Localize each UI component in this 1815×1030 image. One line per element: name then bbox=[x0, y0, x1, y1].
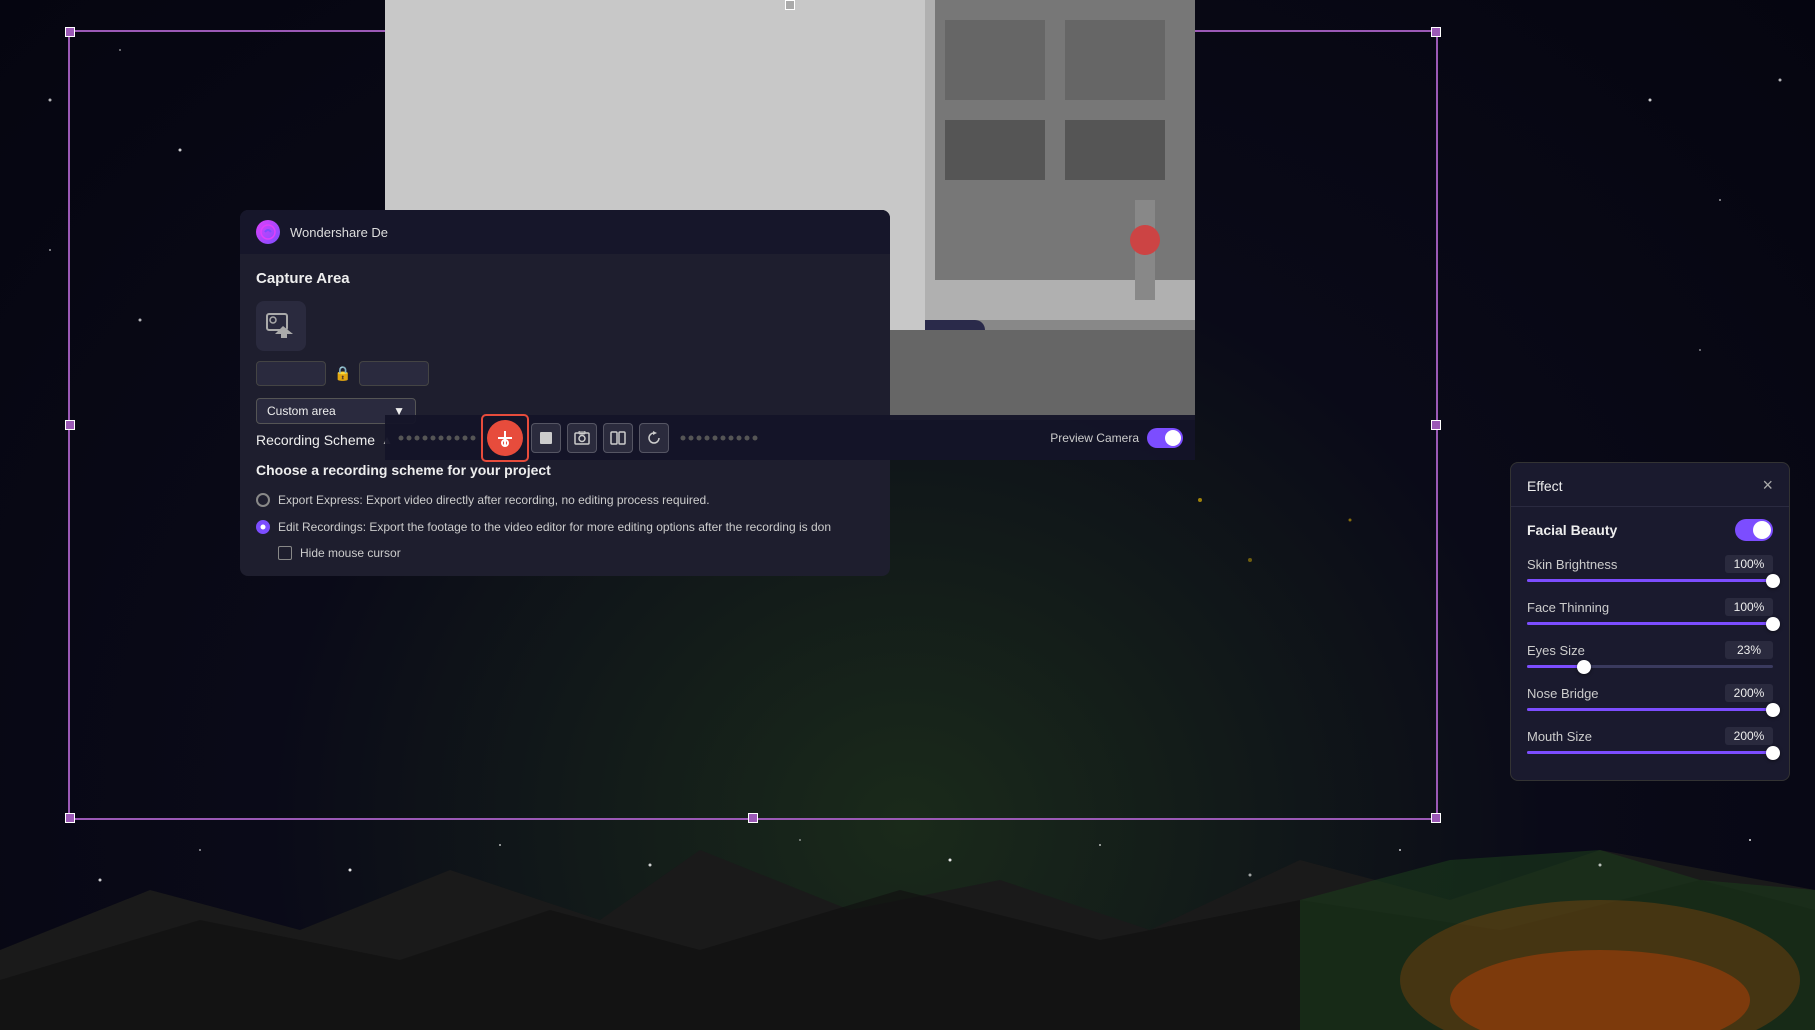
effect-close-button[interactable]: × bbox=[1762, 475, 1773, 496]
nose-bridge-fill bbox=[1527, 708, 1773, 711]
mouth-size-value: 200% bbox=[1725, 727, 1773, 745]
nose-bridge-label: Nose Bridge bbox=[1527, 686, 1599, 701]
toggle-purple-knob bbox=[1753, 521, 1771, 539]
screenshot-icon bbox=[574, 431, 590, 445]
skin-brightness-fill bbox=[1527, 579, 1773, 582]
refresh-button[interactable] bbox=[639, 423, 669, 453]
app-logo bbox=[256, 220, 280, 244]
dots-track-right bbox=[679, 434, 759, 442]
recording-scheme-label: Recording Scheme bbox=[256, 432, 375, 448]
eyes-size-thumb[interactable] bbox=[1577, 660, 1591, 674]
face-thinning-thumb[interactable] bbox=[1766, 617, 1780, 631]
skin-brightness-row: Skin Brightness 100% bbox=[1511, 549, 1789, 592]
effect-header: Effect × bbox=[1511, 463, 1789, 507]
split-button[interactable] bbox=[603, 423, 633, 453]
capture-area-title: Capture Area bbox=[256, 270, 874, 287]
toolbar-dots-right bbox=[679, 434, 759, 442]
toolbar: Preview Camera bbox=[385, 415, 1195, 460]
face-thinning-track[interactable] bbox=[1527, 622, 1773, 625]
lock-icon: 🔒 bbox=[334, 365, 351, 382]
skin-brightness-label: Skin Brightness bbox=[1527, 557, 1617, 572]
record-button-container[interactable] bbox=[487, 420, 523, 456]
toolbar-dots-left bbox=[397, 434, 477, 442]
app-window: Wondershare De Capture Area 1600 🔒 960 C… bbox=[240, 210, 890, 576]
eyes-size-track[interactable] bbox=[1527, 665, 1773, 668]
width-input[interactable]: 1600 bbox=[256, 361, 326, 386]
nose-bridge-row: Nose Bridge 200% bbox=[1511, 678, 1789, 721]
app-title: Wondershare De bbox=[290, 225, 388, 240]
skin-brightness-value: 100% bbox=[1725, 555, 1773, 573]
webcam-top-handle bbox=[785, 0, 795, 10]
preview-camera-section: Preview Camera bbox=[1050, 428, 1183, 448]
size-inputs: 1600 🔒 960 bbox=[256, 361, 874, 386]
nose-bridge-value: 200% bbox=[1725, 684, 1773, 702]
mouth-size-label: Mouth Size bbox=[1527, 729, 1592, 744]
mouth-size-fill bbox=[1527, 751, 1773, 754]
eyes-size-fill bbox=[1527, 665, 1584, 668]
record-button[interactable] bbox=[487, 420, 523, 456]
refresh-icon bbox=[646, 430, 662, 446]
radio-circle-edit bbox=[256, 520, 270, 534]
app-titlebar: Wondershare De bbox=[240, 210, 890, 254]
radio-export-express[interactable]: Export Express: Export video directly af… bbox=[256, 492, 874, 509]
scheme-title: Choose a recording scheme for your proje… bbox=[256, 462, 874, 478]
screenshot-button[interactable] bbox=[567, 423, 597, 453]
hide-mouse-checkbox[interactable] bbox=[278, 546, 292, 560]
height-input[interactable]: 960 bbox=[359, 361, 429, 386]
nose-bridge-track[interactable] bbox=[1527, 708, 1773, 711]
preview-camera-label: Preview Camera bbox=[1050, 431, 1139, 445]
toggle-knob bbox=[1165, 430, 1181, 446]
mouth-size-track[interactable] bbox=[1527, 751, 1773, 754]
stop-button[interactable] bbox=[531, 423, 561, 453]
facial-beauty-label: Facial Beauty bbox=[1527, 522, 1617, 538]
face-thinning-row: Face Thinning 100% bbox=[1511, 592, 1789, 635]
mountain-silhouette bbox=[0, 830, 1815, 1030]
eyes-size-label: Eyes Size bbox=[1527, 643, 1585, 658]
mouth-size-row: Mouth Size 200% bbox=[1511, 721, 1789, 764]
face-thinning-value: 100% bbox=[1725, 598, 1773, 616]
skin-brightness-track[interactable] bbox=[1527, 579, 1773, 582]
capture-icon bbox=[265, 310, 297, 342]
skin-brightness-thumb[interactable] bbox=[1766, 574, 1780, 588]
facial-beauty-row: Facial Beauty bbox=[1511, 507, 1789, 549]
preview-camera-toggle[interactable] bbox=[1147, 428, 1183, 448]
radio-edit-recordings[interactable]: Edit Recordings: Export the footage to t… bbox=[256, 519, 874, 536]
dots-track-left bbox=[397, 434, 477, 442]
radio-circle-export bbox=[256, 493, 270, 507]
effect-title: Effect bbox=[1527, 478, 1563, 494]
face-thinning-fill bbox=[1527, 622, 1773, 625]
split-icon bbox=[610, 431, 626, 445]
eyes-size-row: Eyes Size 23% bbox=[1511, 635, 1789, 678]
hide-mouse-label: Hide mouse cursor bbox=[300, 546, 401, 560]
stop-icon bbox=[540, 432, 552, 444]
wondershare-logo-icon bbox=[260, 224, 276, 240]
mouth-size-thumb[interactable] bbox=[1766, 746, 1780, 760]
hide-mouse-checkbox-row[interactable]: Hide mouse cursor bbox=[278, 546, 874, 560]
face-thinning-label: Face Thinning bbox=[1527, 600, 1609, 615]
nose-bridge-thumb[interactable] bbox=[1766, 703, 1780, 717]
capture-area-icon[interactable] bbox=[256, 301, 306, 351]
effect-panel: Effect × Facial Beauty Skin Brightness 1… bbox=[1510, 462, 1790, 781]
eyes-size-value: 23% bbox=[1725, 641, 1773, 659]
facial-beauty-toggle[interactable] bbox=[1735, 519, 1773, 541]
